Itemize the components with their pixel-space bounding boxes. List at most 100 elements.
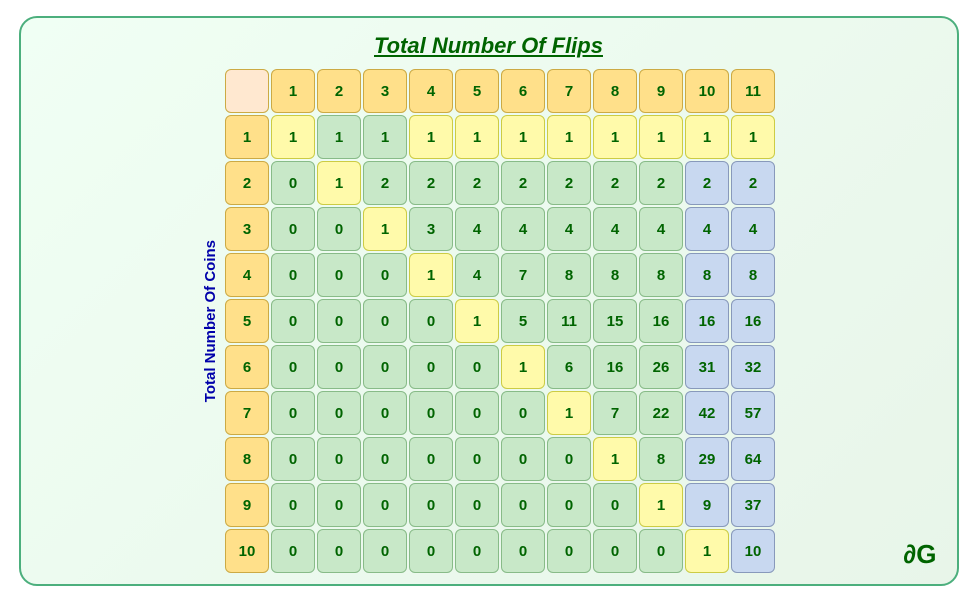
cell-r3-c8: 8 — [639, 253, 683, 297]
cell-r5-c10: 32 — [731, 345, 775, 389]
cell-r2-c4: 4 — [455, 207, 499, 251]
cell-r1-c7: 2 — [593, 161, 637, 205]
cell-r7-c3: 0 — [409, 437, 453, 481]
y-axis-label: Total Number Of Coins — [202, 240, 219, 402]
cell-r9-c7: 0 — [593, 529, 637, 573]
cell-r1-c1: 1 — [317, 161, 361, 205]
row-label-8: 8 — [225, 437, 269, 481]
cell-r9-c9: 1 — [685, 529, 729, 573]
row-label-4: 4 — [225, 253, 269, 297]
cell-r0-c6: 1 — [547, 115, 591, 159]
cell-r0-c3: 1 — [409, 115, 453, 159]
cell-r8-c5: 0 — [501, 483, 545, 527]
cell-r5-c8: 26 — [639, 345, 683, 389]
cell-r4-c8: 16 — [639, 299, 683, 343]
cell-r9-c4: 0 — [455, 529, 499, 573]
header-col-5: 5 — [455, 69, 499, 113]
cell-r9-c2: 0 — [363, 529, 407, 573]
row-label-10: 10 — [225, 529, 269, 573]
cell-r4-c9: 16 — [685, 299, 729, 343]
row-label-3: 3 — [225, 207, 269, 251]
cell-r1-c2: 2 — [363, 161, 407, 205]
cell-r7-c6: 0 — [547, 437, 591, 481]
header-col-1: 1 — [271, 69, 315, 113]
cell-r6-c1: 0 — [317, 391, 361, 435]
cell-r8-c8: 1 — [639, 483, 683, 527]
cell-r2-c5: 4 — [501, 207, 545, 251]
main-container: Total Number Of Flips Total Number Of Co… — [19, 16, 959, 586]
cell-r0-c1: 1 — [317, 115, 361, 159]
cell-r3-c6: 8 — [547, 253, 591, 297]
cell-r6-c2: 0 — [363, 391, 407, 435]
cell-r4-c7: 15 — [593, 299, 637, 343]
cell-r6-c0: 0 — [271, 391, 315, 435]
cell-r5-c0: 0 — [271, 345, 315, 389]
cell-r4-c10: 16 — [731, 299, 775, 343]
cell-r9-c8: 0 — [639, 529, 683, 573]
cell-r6-c4: 0 — [455, 391, 499, 435]
cell-r4-c0: 0 — [271, 299, 315, 343]
cell-r2-c1: 0 — [317, 207, 361, 251]
cell-r2-c8: 4 — [639, 207, 683, 251]
cell-r2-c10: 4 — [731, 207, 775, 251]
cell-r9-c1: 0 — [317, 529, 361, 573]
cell-r5-c6: 6 — [547, 345, 591, 389]
cell-r7-c7: 1 — [593, 437, 637, 481]
cell-r8-c1: 0 — [317, 483, 361, 527]
cell-r2-c9: 4 — [685, 207, 729, 251]
cell-r7-c5: 0 — [501, 437, 545, 481]
cell-r6-c8: 22 — [639, 391, 683, 435]
cell-r4-c4: 1 — [455, 299, 499, 343]
cell-r0-c8: 1 — [639, 115, 683, 159]
cell-r3-c1: 0 — [317, 253, 361, 297]
cell-r8-c7: 0 — [593, 483, 637, 527]
cell-r0-c10: 1 — [731, 115, 775, 159]
header-col-3: 3 — [363, 69, 407, 113]
cell-r6-c5: 0 — [501, 391, 545, 435]
cell-r3-c5: 7 — [501, 253, 545, 297]
cell-r3-c2: 0 — [363, 253, 407, 297]
cell-r1-c6: 2 — [547, 161, 591, 205]
cell-r1-c5: 2 — [501, 161, 545, 205]
logo: ∂G — [903, 539, 936, 570]
cell-r3-c3: 1 — [409, 253, 453, 297]
cell-r9-c3: 0 — [409, 529, 453, 573]
cell-r8-c10: 37 — [731, 483, 775, 527]
cell-r5-c9: 31 — [685, 345, 729, 389]
table-wrapper: Total Number Of Coins 123456789101111111… — [202, 69, 775, 573]
cell-r4-c2: 0 — [363, 299, 407, 343]
cell-r6-c6: 1 — [547, 391, 591, 435]
cell-r1-c0: 0 — [271, 161, 315, 205]
row-label-2: 2 — [225, 161, 269, 205]
cell-r5-c7: 16 — [593, 345, 637, 389]
cell-r0-c4: 1 — [455, 115, 499, 159]
cell-r3-c9: 8 — [685, 253, 729, 297]
cell-r7-c9: 29 — [685, 437, 729, 481]
row-label-1: 1 — [225, 115, 269, 159]
cell-r6-c9: 42 — [685, 391, 729, 435]
cell-r8-c3: 0 — [409, 483, 453, 527]
cell-r0-c2: 1 — [363, 115, 407, 159]
cell-r4-c3: 0 — [409, 299, 453, 343]
cell-r8-c9: 9 — [685, 483, 729, 527]
cell-r3-c10: 8 — [731, 253, 775, 297]
cell-r0-c7: 1 — [593, 115, 637, 159]
cell-r5-c2: 0 — [363, 345, 407, 389]
cell-r9-c6: 0 — [547, 529, 591, 573]
cell-r7-c1: 0 — [317, 437, 361, 481]
header-col-10: 10 — [685, 69, 729, 113]
header-col-9: 9 — [639, 69, 683, 113]
cell-r2-c0: 0 — [271, 207, 315, 251]
cell-r4-c6: 11 — [547, 299, 591, 343]
cell-r9-c5: 0 — [501, 529, 545, 573]
cell-r6-c10: 57 — [731, 391, 775, 435]
cell-r1-c3: 2 — [409, 161, 453, 205]
cell-r2-c6: 4 — [547, 207, 591, 251]
cell-r8-c6: 0 — [547, 483, 591, 527]
header-col-2: 2 — [317, 69, 361, 113]
cell-r9-c0: 0 — [271, 529, 315, 573]
cell-r6-c3: 0 — [409, 391, 453, 435]
cell-r1-c9: 2 — [685, 161, 729, 205]
cell-r1-c8: 2 — [639, 161, 683, 205]
header-col-8: 8 — [593, 69, 637, 113]
